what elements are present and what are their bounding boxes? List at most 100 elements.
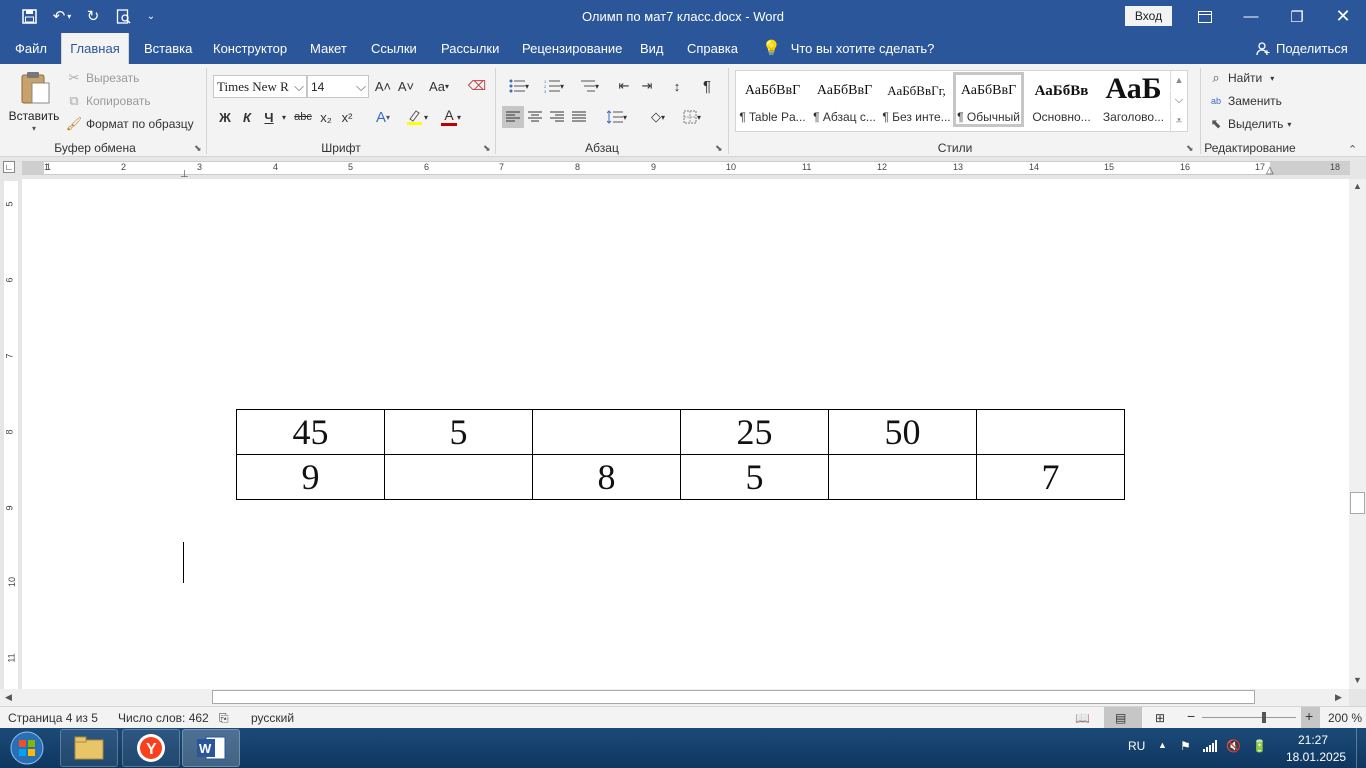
tab-layout[interactable]: Макет (310, 33, 347, 64)
underline-dropdown-icon[interactable]: ▾ (278, 106, 290, 128)
clipboard-launcher-icon[interactable]: ⬊ (194, 143, 202, 154)
copy-button[interactable]: ⧉ Копировать (66, 93, 150, 109)
change-case-icon[interactable]: Aa ▾ (425, 75, 453, 97)
underline-button[interactable]: Ч (258, 106, 280, 128)
horizontal-scrollbar[interactable]: ◀ ▶ (0, 689, 1349, 706)
login-button[interactable]: Вход (1125, 6, 1172, 26)
style-main-text[interactable]: АаБбВв Основно... (1026, 72, 1097, 127)
select-button[interactable]: ⬉ Выделить ▾ (1208, 116, 1292, 132)
table-cell[interactable] (976, 409, 1125, 455)
tab-selector-icon[interactable]: ∟ (3, 161, 15, 173)
clock-date[interactable]: 18.01.2025 (1286, 750, 1346, 764)
subscript-button[interactable]: x₂ (315, 106, 337, 128)
right-indent-marker[interactable]: △ (1266, 165, 1274, 176)
restore-icon[interactable]: ❐ (1274, 0, 1320, 33)
font-size-combo[interactable]: 14 ⌵ (307, 75, 369, 98)
increase-indent-icon[interactable]: ⇥ (636, 75, 658, 97)
bullets-icon[interactable]: ▾ (503, 75, 535, 97)
paragraph-launcher-icon[interactable]: ⬊ (715, 143, 723, 154)
language-indicator[interactable]: русский (251, 711, 294, 725)
table-cell[interactable]: 45 (236, 409, 385, 455)
replace-button[interactable]: ab Заменить (1208, 93, 1282, 109)
italic-button[interactable]: К (236, 106, 258, 128)
tab-home[interactable]: Главная (61, 33, 129, 64)
battery-icon[interactable]: 🔋 (1252, 739, 1267, 753)
borders-icon[interactable]: ▾ (676, 106, 708, 128)
show-hidden-icons-icon[interactable]: ▲ (1158, 740, 1167, 750)
styles-launcher-icon[interactable]: ⬊ (1186, 143, 1194, 154)
scroll-up-arrow-icon[interactable]: ▲ (1353, 181, 1362, 191)
grow-font-icon[interactable]: A˄ (372, 75, 394, 97)
bold-button[interactable]: Ж (214, 106, 236, 128)
tab-review[interactable]: Рецензирование (522, 33, 622, 64)
vertical-scrollbar[interactable]: ▲ ▼ (1349, 179, 1366, 689)
clock-time[interactable]: 21:27 (1298, 733, 1328, 747)
styles-scroll-up-icon[interactable]: ▲ (1170, 71, 1187, 90)
multilevel-list-icon[interactable]: ▾ (573, 75, 605, 97)
file-explorer-taskbar-button[interactable] (60, 729, 118, 767)
table-cell[interactable] (532, 409, 681, 455)
collapse-ribbon-icon[interactable]: ⌃ (1348, 143, 1357, 156)
vertical-scroll-thumb[interactable] (1350, 492, 1365, 514)
style-list-paragraph[interactable]: АаБбВвГ ¶ Абзац с... (809, 72, 880, 127)
scroll-down-arrow-icon[interactable]: ▼ (1353, 675, 1362, 685)
print-layout-icon[interactable]: ▤ (1115, 711, 1126, 725)
zoom-slider-thumb[interactable] (1262, 712, 1266, 723)
style-normal[interactable]: АаБбВвГ ¶ Обычный (953, 72, 1024, 127)
word-count[interactable]: Число слов: 462 (118, 711, 209, 725)
styles-more-icon[interactable]: ⩡ (1170, 111, 1187, 131)
tab-mailings[interactable]: Рассылки (441, 33, 499, 64)
show-formatting-icon[interactable]: ¶ (696, 75, 718, 97)
paste-button[interactable]: Вставить ▾ (8, 68, 60, 138)
zoom-out-icon[interactable]: − (1187, 708, 1195, 724)
numbering-icon[interactable]: 1 2 3 ▾ (538, 75, 570, 97)
table-cell[interactable]: 25 (680, 409, 829, 455)
style-no-spacing[interactable]: АаБбВвГг, ¶ Без инте... (881, 72, 952, 127)
table-cell[interactable]: 9 (236, 454, 385, 500)
input-language-indicator[interactable]: RU (1128, 739, 1145, 753)
horizontal-scroll-thumb[interactable] (212, 690, 1255, 704)
document-page[interactable]: 45 5 25 50 9 8 5 7 (22, 179, 1349, 689)
tab-insert[interactable]: Вставка (144, 33, 192, 64)
font-name-combo[interactable]: Times New R ⌵ (213, 75, 307, 98)
tab-references[interactable]: Ссылки (371, 33, 417, 64)
proofing-icon[interactable]: ⎘ (219, 711, 229, 726)
align-left-icon[interactable] (502, 106, 524, 128)
zoom-level[interactable]: 200 % (1328, 711, 1362, 725)
strikethrough-button[interactable]: abc (292, 106, 314, 128)
table-cell[interactable] (384, 454, 533, 500)
scroll-right-arrow-icon[interactable]: ▶ (1335, 692, 1342, 703)
styles-scroll-down-icon[interactable]: ⌵ (1170, 91, 1187, 110)
style-table-paragraph[interactable]: АаБбВвГ ¶ Table Pa... (737, 72, 808, 127)
align-center-icon[interactable] (524, 106, 546, 128)
zoom-slider[interactable] (1202, 717, 1296, 718)
volume-muted-icon[interactable]: 🔇 (1226, 739, 1241, 753)
cut-button[interactable]: ✂ Вырезать (66, 70, 140, 86)
minimize-icon[interactable]: — (1228, 0, 1274, 33)
table-cell[interactable]: 50 (828, 409, 977, 455)
yandex-browser-taskbar-button[interactable]: Y (122, 729, 180, 767)
tab-view[interactable]: Вид (640, 33, 664, 64)
shading-icon[interactable]: ◇ ▾ (642, 106, 674, 128)
close-icon[interactable]: ✕ (1320, 0, 1366, 33)
zoom-in-icon[interactable]: + (1305, 708, 1313, 724)
page-count[interactable]: Страница 4 из 5 (8, 711, 98, 725)
share-button[interactable]: Поделиться (1256, 33, 1348, 64)
align-right-icon[interactable] (546, 106, 568, 128)
web-layout-icon[interactable]: ⊞ (1155, 711, 1165, 725)
highlight-icon[interactable]: ▾ (401, 106, 433, 128)
table-cell[interactable] (828, 454, 977, 500)
action-center-flag-icon[interactable]: ⚑ (1180, 739, 1191, 753)
table-cell[interactable]: 5 (680, 454, 829, 500)
text-effects-icon[interactable]: A ▾ (368, 106, 398, 128)
network-signal-icon[interactable] (1203, 740, 1217, 755)
justify-icon[interactable] (568, 106, 590, 128)
table-cell[interactable]: 7 (976, 454, 1125, 500)
clear-formatting-icon[interactable]: ⌫ (466, 75, 488, 97)
word-taskbar-button[interactable]: W (182, 729, 240, 767)
superscript-button[interactable]: x² (336, 106, 358, 128)
line-spacing-icon[interactable]: ▾ (601, 106, 633, 128)
tab-file[interactable]: Файл (15, 33, 47, 64)
sort-icon[interactable]: ↕ (666, 75, 688, 97)
format-painter-button[interactable]: 🖌 Формат по образцу (66, 116, 194, 132)
